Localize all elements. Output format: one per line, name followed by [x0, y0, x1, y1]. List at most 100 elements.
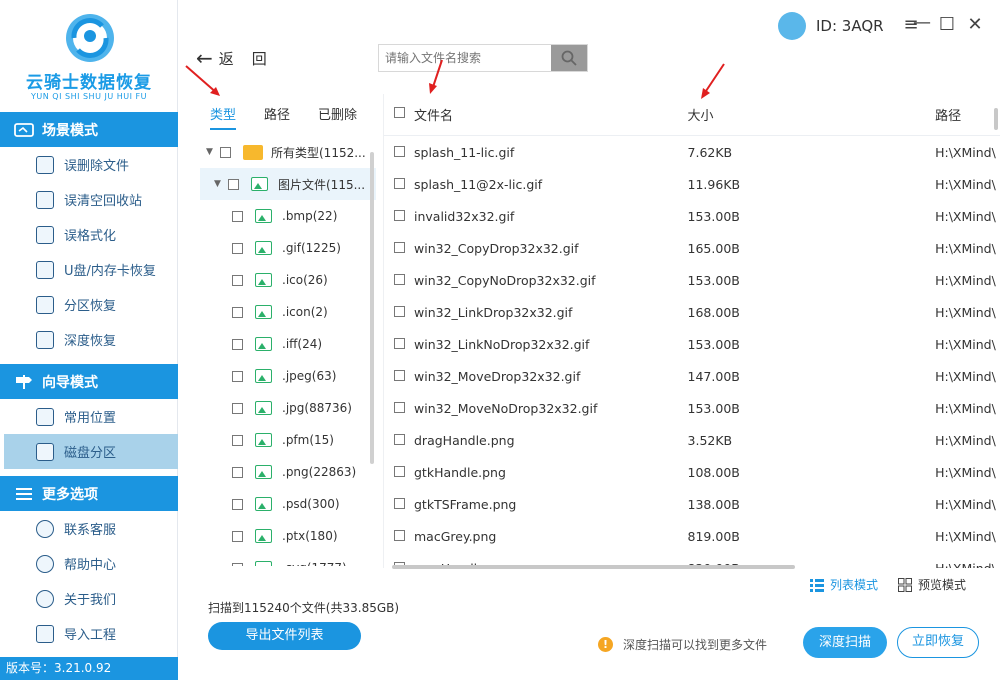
row-checkbox[interactable] — [394, 369, 405, 381]
row-checkbox[interactable] — [394, 433, 405, 445]
table-row[interactable]: win32_MoveDrop32x32.gif 147.00B H:\XMind\ — [384, 360, 1000, 392]
close-button[interactable]: ✕ — [964, 14, 986, 36]
tree-row[interactable]: .ico(26) — [200, 264, 376, 296]
select-all-checkbox[interactable] — [394, 107, 405, 118]
file-size-cell: 168.00B — [687, 304, 740, 320]
table-horizontal-scrollbar[interactable] — [392, 565, 795, 569]
tree-checkbox[interactable] — [232, 402, 243, 414]
tree-checkbox[interactable] — [232, 434, 243, 446]
section-header-scene[interactable]: 场景模式 — [0, 112, 178, 147]
table-row[interactable]: invalid32x32.gif 153.00B H:\XMind\ — [384, 200, 1000, 232]
tree-checkbox[interactable] — [232, 370, 243, 382]
account-area[interactable]: ID: 3AQR — [778, 12, 884, 40]
tree-checkbox[interactable] — [232, 562, 243, 566]
table-row[interactable]: win32_LinkNoDrop32x32.gif 153.00B H:\XMind… — [384, 328, 1000, 360]
row-checkbox[interactable] — [394, 529, 405, 541]
sidebar-item-recycle-bin[interactable]: 误清空回收站 — [0, 182, 178, 217]
tree-checkbox[interactable] — [228, 178, 239, 190]
tree-checkbox[interactable] — [232, 338, 243, 350]
tree-row[interactable]: ▼ 所有类型(1152... — [200, 136, 376, 168]
row-checkbox[interactable] — [394, 305, 405, 317]
tab-deleted[interactable]: 已删除 — [318, 104, 357, 130]
file-path-cell: H:\XMind\ — [935, 336, 996, 352]
tree-row[interactable]: .svg(1777) — [200, 552, 376, 566]
table-row[interactable]: win32_MoveNoDrop32x32.gif 153.00B H:\XMind… — [384, 392, 1000, 424]
section-header-more[interactable]: 更多选项 — [0, 476, 178, 511]
table-row[interactable]: gtkTSFrame.png 138.00B H:\XMind\ — [384, 488, 1000, 520]
expand-caret-icon[interactable]: ▼ — [206, 147, 220, 157]
deep-scan-button[interactable]: 深度扫描 — [803, 627, 887, 658]
table-row[interactable]: dragHandle.png 3.52KB H:\XMind\ — [384, 424, 1000, 456]
tree-row[interactable]: .pfm(15) — [200, 424, 376, 456]
preview-mode-button[interactable]: 预览模式 — [898, 576, 966, 593]
tree-checkbox[interactable] — [220, 146, 231, 158]
tree-row[interactable]: .jpeg(63) — [200, 360, 376, 392]
sidebar-item-format[interactable]: 误格式化 — [0, 217, 178, 252]
sidebar-item-contact[interactable]: 联系客服 — [0, 511, 178, 546]
row-checkbox[interactable] — [394, 273, 405, 285]
row-checkbox[interactable] — [394, 401, 405, 413]
recover-now-button[interactable]: 立即恢复 — [897, 627, 979, 658]
table-vertical-scrollbar[interactable] — [994, 108, 998, 130]
sidebar-item-help[interactable]: 帮助中心 — [0, 546, 178, 581]
export-list-button[interactable]: 导出文件列表 — [208, 622, 361, 650]
tree-row[interactable]: .bmp(22) — [200, 200, 376, 232]
table-row[interactable]: gtkHandle.png 108.00B H:\XMind\ — [384, 456, 1000, 488]
table-row[interactable]: splash_11-lic.gif 7.62KB H:\XMind\ — [384, 136, 1000, 168]
tree-row[interactable]: .jpg(88736) — [200, 392, 376, 424]
tree-row[interactable]: .iff(24) — [200, 328, 376, 360]
tree-row[interactable]: ▼ 图片文件(115... — [200, 168, 376, 200]
row-checkbox[interactable] — [394, 241, 405, 253]
sidebar-item-usb[interactable]: U盘/内存卡恢复 — [0, 252, 178, 287]
tree-label: .iff(24) — [282, 337, 323, 351]
list-mode-button[interactable]: 列表模式 — [810, 576, 878, 593]
row-checkbox[interactable] — [394, 497, 405, 509]
section-header-guide[interactable]: 向导模式 — [0, 364, 178, 399]
tree-row[interactable]: .icon(2) — [200, 296, 376, 328]
row-checkbox[interactable] — [394, 145, 405, 157]
sidebar-item-deep[interactable]: 深度恢复 — [0, 322, 178, 357]
tree-checkbox[interactable] — [232, 530, 243, 542]
column-header-size[interactable]: 大小 — [688, 105, 936, 124]
tree-checkbox[interactable] — [232, 242, 243, 254]
sidebar-item-import[interactable]: 导入工程 — [0, 616, 178, 651]
tree-row[interactable]: .gif(1225) — [200, 232, 376, 264]
sidebar-item-about[interactable]: 关于我们 — [0, 581, 178, 616]
tree-checkbox[interactable] — [232, 498, 243, 510]
list-icon — [810, 578, 824, 592]
row-checkbox[interactable] — [394, 337, 405, 349]
column-header-name[interactable]: 文件名 — [414, 105, 688, 124]
table-row[interactable]: win32_CopyNoDrop32x32.gif 153.00B H:\XMind… — [384, 264, 1000, 296]
tree-checkbox[interactable] — [232, 210, 243, 222]
avatar-icon — [778, 12, 806, 40]
file-size-cell: 153.00B — [687, 272, 740, 288]
sidebar-item-common-locations[interactable]: 常用位置 — [0, 399, 178, 434]
image-file-icon — [251, 177, 268, 191]
table-row[interactable]: macGrey.png 819.00B H:\XMind\ — [384, 520, 1000, 552]
search-button[interactable] — [551, 45, 587, 71]
row-checkbox[interactable] — [394, 465, 405, 477]
table-row[interactable]: splash_11@2x-lic.gif 11.96KB H:\XMind\ — [384, 168, 1000, 200]
tree-row[interactable]: .png(22863) — [200, 456, 376, 488]
tab-type[interactable]: 类型 — [210, 104, 237, 130]
tree-row[interactable]: .ptx(180) — [200, 520, 376, 552]
tree-checkbox[interactable] — [232, 274, 243, 286]
minimize-button[interactable]: — — [911, 12, 933, 34]
sidebar-item-partition[interactable]: 分区恢复 — [0, 287, 178, 322]
table-row[interactable]: win32_CopyDrop32x32.gif 165.00B H:\XMind\ — [384, 232, 1000, 264]
row-checkbox[interactable] — [394, 177, 405, 189]
sidebar-item-deleted-files[interactable]: 误删除文件 — [0, 147, 178, 182]
search-input[interactable] — [379, 45, 551, 71]
tab-path[interactable]: 路径 — [264, 104, 290, 130]
row-checkbox[interactable] — [394, 209, 405, 221]
column-header-path[interactable]: 路径 — [935, 105, 1000, 124]
tree-checkbox[interactable] — [232, 306, 243, 318]
table-row[interactable]: win32_LinkDrop32x32.gif 168.00B H:\XMind\ — [384, 296, 1000, 328]
maximize-button[interactable]: ☐ — [936, 14, 958, 36]
tree-scrollbar[interactable] — [370, 152, 374, 464]
tree-row[interactable]: .psd(300) — [200, 488, 376, 520]
file-name-cell: win32_CopyDrop32x32.gif — [414, 240, 579, 256]
expand-caret-icon[interactable]: ▼ — [214, 179, 228, 189]
sidebar-item-disk-partition[interactable]: 磁盘分区 — [4, 434, 178, 469]
tree-checkbox[interactable] — [232, 466, 243, 478]
